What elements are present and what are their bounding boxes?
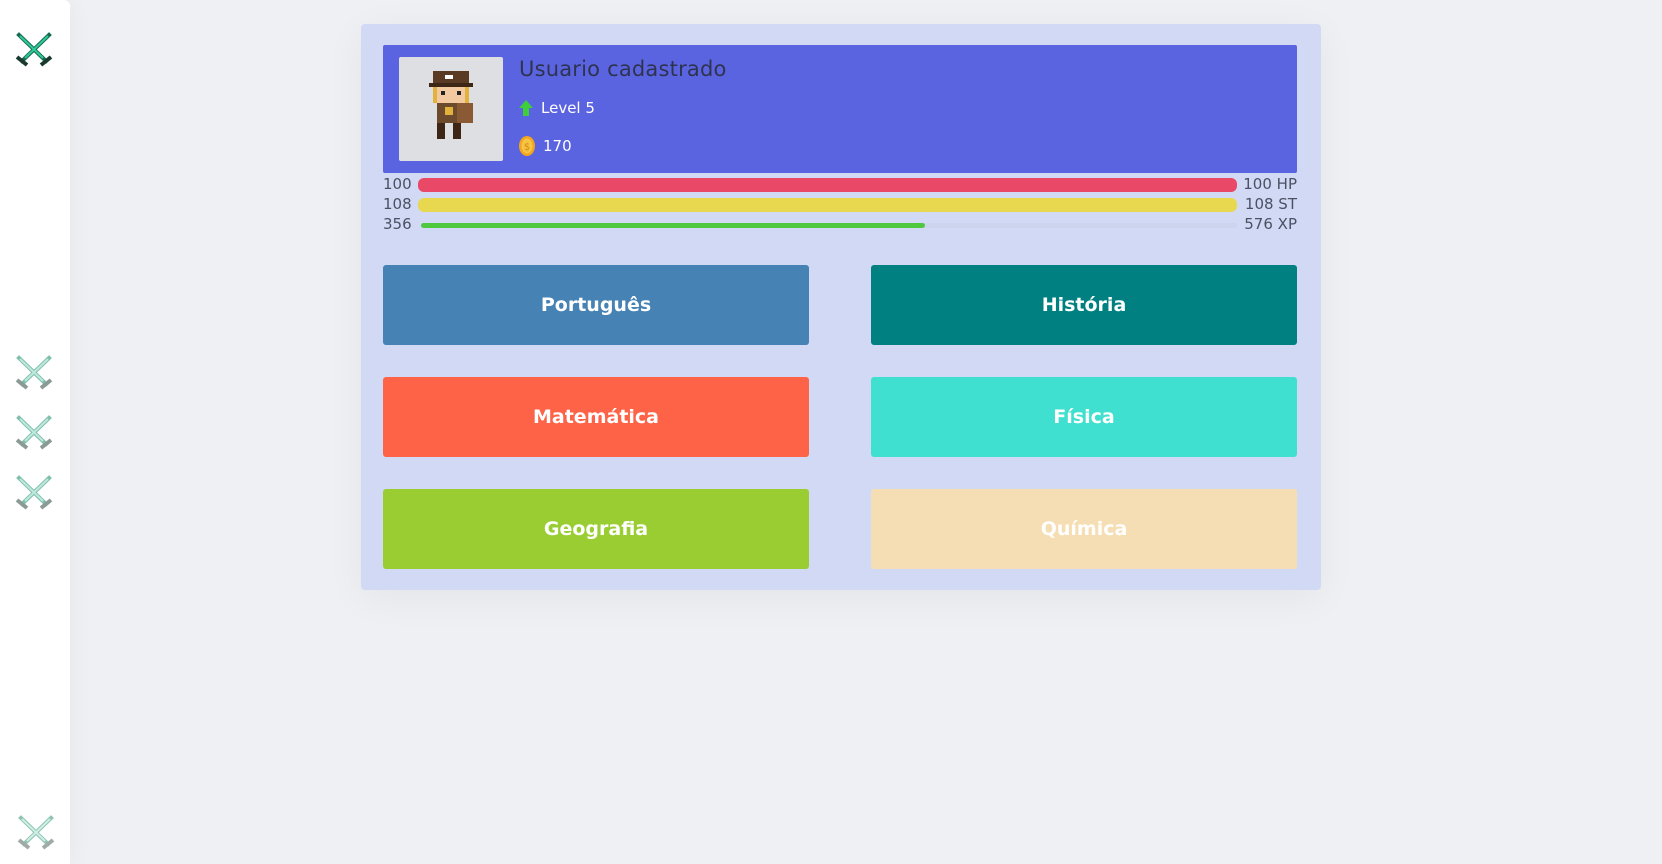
xp-current: 356: [383, 215, 412, 233]
crossed-swords-icon[interactable]: [13, 414, 55, 452]
crossed-swords-icon[interactable]: [13, 31, 55, 69]
coin-amount: 170: [543, 137, 572, 155]
st-fill: [418, 198, 1237, 212]
st-bar: 108 108 ST: [383, 194, 1297, 214]
crossed-swords-icon[interactable]: [15, 814, 57, 852]
level-indicator: Level 5: [519, 99, 595, 117]
subject-button-matematica[interactable]: Matemática: [383, 377, 809, 457]
hp-max: 100 HP: [1243, 175, 1297, 193]
subject-button-quimica[interactable]: Química: [871, 489, 1297, 569]
coin-counter: $ 170: [519, 136, 572, 156]
up-arrow-icon: [519, 100, 533, 116]
coin-icon: $: [519, 136, 535, 156]
hp-fill: [418, 178, 1237, 192]
avatar: [399, 57, 503, 161]
xp-fill: [421, 223, 926, 228]
username: Usuario cadastrado: [519, 57, 727, 81]
main-panel: Usuario cadastrado Level 5 $ 170 100 100…: [361, 24, 1321, 590]
hp-track: [418, 178, 1237, 192]
profile-card: Usuario cadastrado Level 5 $ 170: [383, 45, 1297, 173]
xp-max: 576 XP: [1244, 215, 1297, 233]
subject-button-fisica[interactable]: Física: [871, 377, 1297, 457]
subject-button-portugues[interactable]: Português: [383, 265, 809, 345]
hp-bar: 100 100 HP: [383, 174, 1297, 194]
st-current: 108: [383, 195, 412, 213]
crossed-swords-icon[interactable]: [13, 354, 55, 392]
hp-current: 100: [383, 175, 412, 193]
subject-button-historia[interactable]: História: [871, 265, 1297, 345]
xp-bar: 356 576 XP: [383, 214, 1297, 234]
st-track: [418, 198, 1237, 212]
sidebar: [0, 0, 70, 864]
xp-track: [421, 223, 1237, 228]
pixel-character-avatar: [429, 71, 473, 139]
st-max: 108 ST: [1244, 195, 1297, 213]
stats-bars: 100 100 HP 108 108 ST 356 576 XP: [383, 174, 1297, 234]
subject-button-geografia[interactable]: Geografia: [383, 489, 809, 569]
level-label: Level 5: [541, 99, 595, 117]
svg-text:$: $: [524, 142, 530, 153]
crossed-swords-icon[interactable]: [13, 474, 55, 512]
